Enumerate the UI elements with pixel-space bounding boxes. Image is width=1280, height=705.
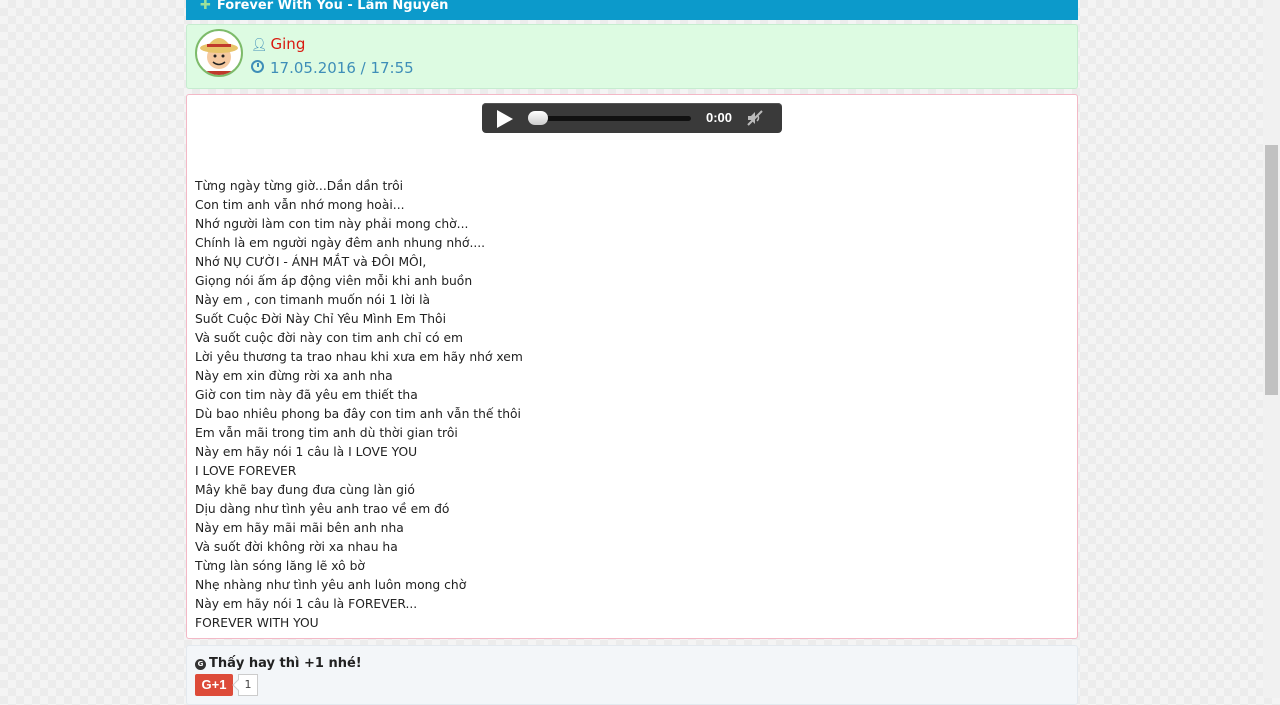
lyric-line: Dịu dàng như tình yêu anh trao về em đó (195, 502, 450, 516)
lyric-line: Lời yêu thương ta trao nhau khi xưa em h… (195, 350, 523, 364)
lyric-line: Nhớ NỤ CƯỜI - ÁNH MẮT và ĐÔI MÔI, (195, 255, 427, 269)
lyric-line: I LOVE FOREVER (195, 464, 297, 478)
lyric-line: Này em hãy nói 1 câu là FOREVER... (195, 597, 418, 611)
lyric-line: Nhẹ nhàng như tình yêu anh luôn mong chờ (195, 578, 467, 592)
clock-icon (251, 60, 264, 73)
lyric-line: Này em , con timanh muốn nói 1 lời là (195, 293, 431, 307)
user-icon: 👤︎ (251, 38, 268, 53)
post-content: 0:00 Từng ngày từng giờ...Dần dần trôi Co… (186, 94, 1078, 639)
progress-knob[interactable] (528, 111, 548, 125)
progress-track[interactable] (530, 116, 691, 121)
gplus-button[interactable]: G+1 (195, 674, 233, 696)
post-title: Forever With You - Lâm Nguyên (216, 0, 449, 13)
lyric-line: Và suốt đời không rời xa nhau ha (195, 540, 398, 554)
mute-icon[interactable] (746, 110, 764, 126)
avatar[interactable] (195, 29, 243, 77)
post-date: 17.05.2016 / 17:55 (251, 59, 414, 77)
plus-icon: ✚ (200, 0, 211, 13)
play-icon[interactable] (497, 110, 513, 128)
lyric-line: Giọng nói ấm áp động viên mỗi khi anh bu… (195, 274, 473, 288)
lyric-line: Chính là em người ngày đêm anh nhung nhớ… (195, 236, 486, 250)
share-box: G Thấy hay thì +1 nhé! G+1 1 (186, 645, 1078, 705)
page-scrollbar[interactable] (1263, 0, 1280, 698)
lyric-line: Và suốt cuộc đời này con tim anh chỉ có … (195, 331, 464, 345)
lyric-line: Suốt Cuộc Đời Này Chỉ Yêu Mình Em Thôi (195, 312, 446, 326)
lyric-line: Này em xin đừng rời xa anh nha (195, 369, 393, 383)
lyric-line: Từng ngày từng giờ...Dần dần trôi (195, 179, 404, 193)
audio-player[interactable]: 0:00 (482, 103, 782, 133)
author-name[interactable]: 👤︎ Ging (251, 35, 305, 53)
google-icon: G (195, 659, 206, 670)
lyric-line: Này em hãy mãi mãi bên anh nha (195, 521, 404, 535)
lyric-line: Giờ con tim này đã yêu em thiết tha (195, 388, 418, 402)
lyrics: Từng ngày từng giờ...Dần dần trôi Con tim… (195, 177, 523, 633)
scrollbar-thumb[interactable] (1265, 145, 1278, 395)
lyric-line: Nhớ người làm con tim này phải mong chờ.… (195, 217, 469, 231)
lyric-line: Từng làn sóng lăng lẽ xô bờ (195, 559, 365, 573)
lyric-line: FOREVER WITH YOU (195, 616, 319, 630)
share-text: G Thấy hay thì +1 nhé! (195, 656, 362, 671)
post-title-bar: ✚ Forever With You - Lâm Nguyên (186, 0, 1078, 20)
lyric-line: Dù bao nhiêu phong ba đây con tim anh vẫ… (195, 407, 521, 421)
gplus-count: 1 (238, 674, 258, 696)
lyric-line: Mây khẽ bay đung đưa cùng làn gió (195, 483, 415, 497)
lyric-line: Này em hãy nói 1 câu là I LOVE YOU (195, 445, 418, 459)
lyric-line: Con tim anh vẫn nhớ mong hoài... (195, 198, 405, 212)
time-display: 0:00 (706, 110, 733, 125)
author-box: 👤︎ Ging 17.05.2016 / 17:55 (186, 24, 1078, 89)
lyric-line: Em vẫn mãi trong tim anh dù thời gian tr… (195, 426, 458, 440)
